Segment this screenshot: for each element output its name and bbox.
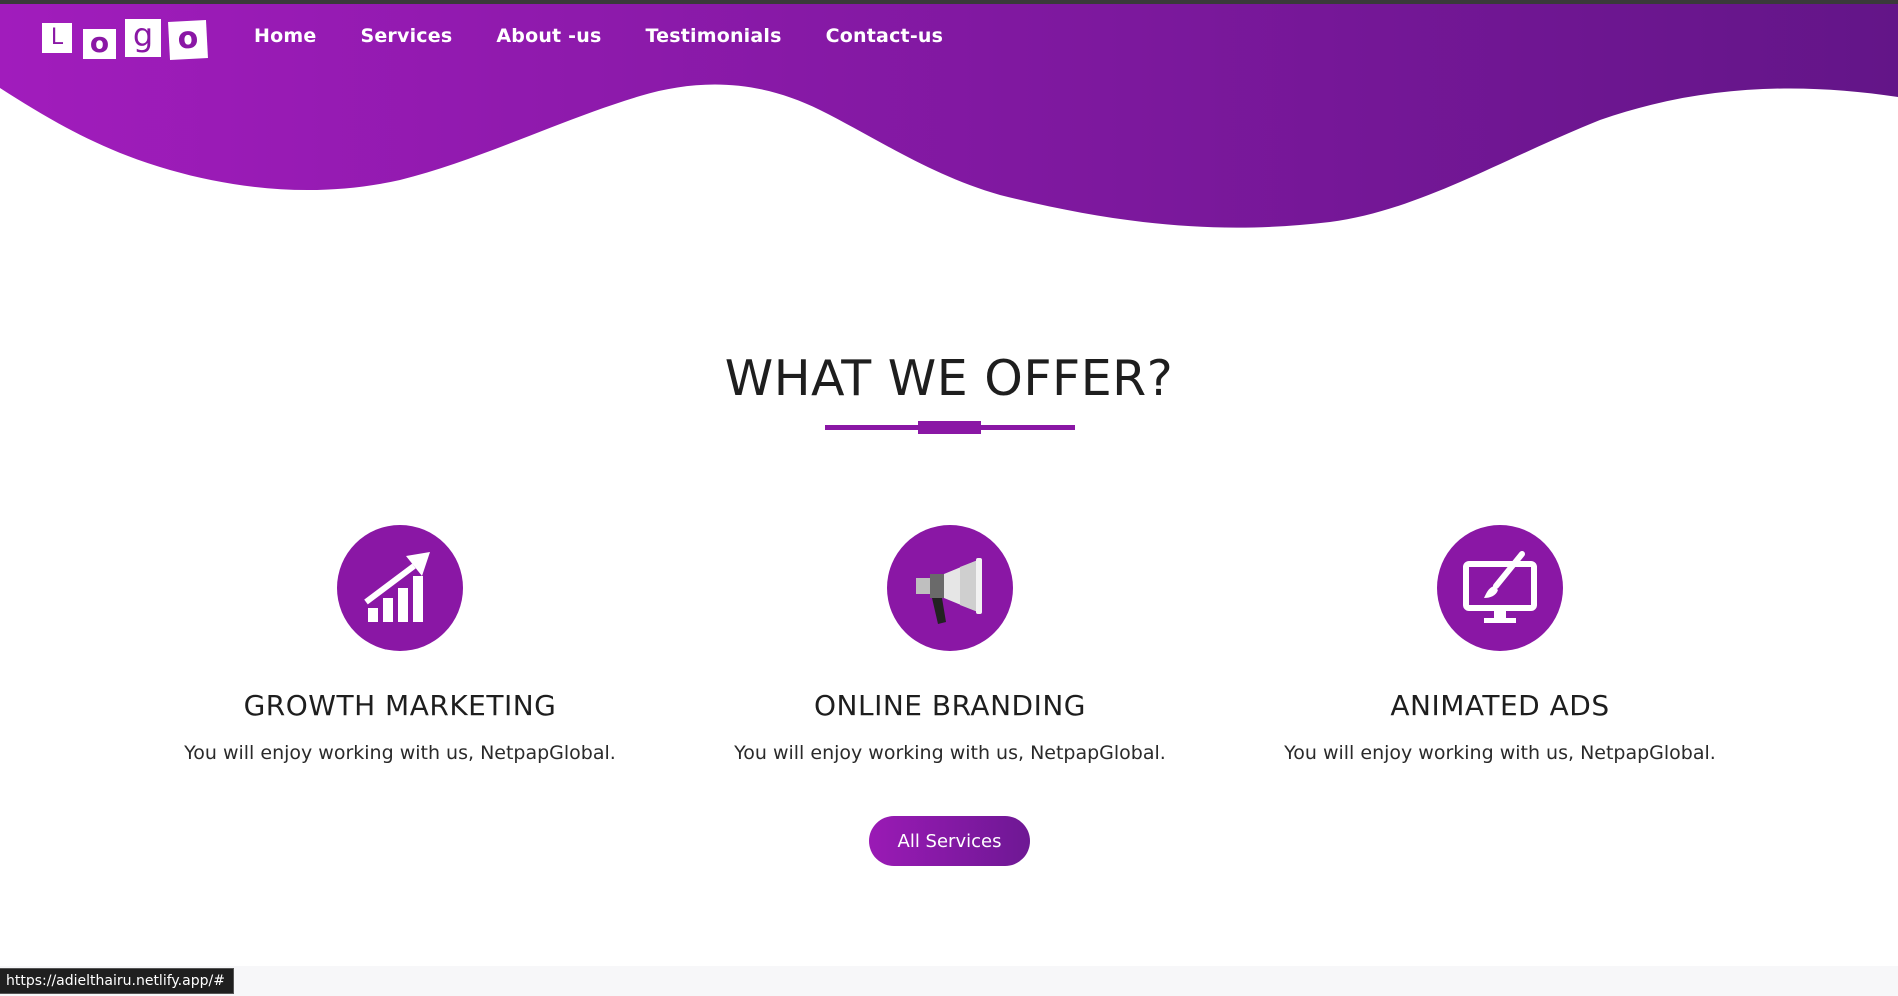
logo-letter-o: o xyxy=(83,29,116,59)
nav-testimonials[interactable]: Testimonials xyxy=(645,25,781,47)
service-card-animated-ads: ANIMATED ADS You will enjoy working with… xyxy=(1280,525,1720,764)
service-description: You will enjoy working with us, NetpapGl… xyxy=(184,742,616,764)
monitor-brush-icon xyxy=(1437,525,1563,651)
all-services-button[interactable]: All Services xyxy=(869,816,1030,866)
service-title: ONLINE BRANDING xyxy=(814,689,1086,722)
nav-services[interactable]: Services xyxy=(360,25,452,47)
nav-home[interactable]: Home xyxy=(254,25,316,47)
megaphone-icon xyxy=(887,525,1013,651)
logo-letter-o2: o xyxy=(168,20,208,60)
nav-about-us[interactable]: About -us xyxy=(496,25,601,47)
title-underline-accent xyxy=(918,421,981,434)
site-logo[interactable]: L o g o xyxy=(42,17,214,63)
logo-letter-g: g xyxy=(125,19,161,57)
service-card-online-branding: ONLINE BRANDING You will enjoy working w… xyxy=(730,525,1170,764)
logo-letter-l: L xyxy=(42,23,72,53)
section-title: WHAT WE OFFER? xyxy=(724,350,1174,407)
page: L o g o Home Services About -us Testimon… xyxy=(0,0,1898,996)
status-bar-url: https://adielthairu.netlify.app/# xyxy=(0,968,234,994)
next-section-edge xyxy=(0,966,1898,996)
navbar: L o g o Home Services About -us Testimon… xyxy=(0,4,1898,72)
service-title: ANIMATED ADS xyxy=(1390,689,1610,722)
nav-contact-us[interactable]: Contact-us xyxy=(826,25,944,47)
nav-menu: Home Services About -us Testimonials Con… xyxy=(254,25,987,47)
service-title: GROWTH MARKETING xyxy=(243,689,557,722)
service-description: You will enjoy working with us, NetpapGl… xyxy=(1284,742,1716,764)
growth-chart-icon xyxy=(337,525,463,651)
service-description: You will enjoy working with us, NetpapGl… xyxy=(734,742,1166,764)
browser-top-edge xyxy=(0,0,1898,4)
service-card-growth-marketing: GROWTH MARKETING You will enjoy working … xyxy=(180,525,620,764)
